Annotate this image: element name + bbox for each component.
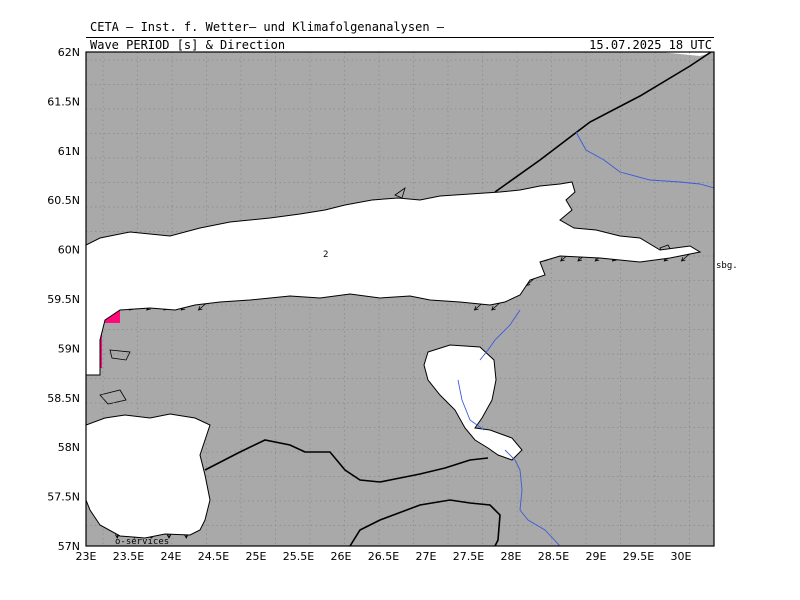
latitude-tick-label: 59.5N [47,293,80,306]
latitude-tick-label: 61N [58,145,80,158]
longitude-labels: 23E 23.5E 24E 24.5E 25E 25.5E 26E 26.5E 27E 27.5E… [76,550,692,563]
longitude-tick-label: 26.5E [368,550,399,563]
latitude-labels: 62N 61.5N 61N 60.5N 60N 59.5N 59N 58.5N 58N 57.5N… [47,46,80,553]
longitude-tick-label: 23.5E [113,550,144,563]
latitude-tick-label: 62N [58,46,80,59]
latitude-tick-label: 57.5N [47,491,80,504]
longitude-tick-label: 24.5E [198,550,229,563]
services-label: o-services [115,537,169,547]
latitude-tick-label: 60N [58,244,80,257]
longitude-tick-label: 25.5E [283,550,314,563]
latitude-tick-label: 61.5N [47,95,80,108]
latitude-tick-label: 58.5N [47,392,80,405]
latitude-tick-label: 57N [58,540,80,553]
latitude-tick-label: 60.5N [47,194,80,207]
longitude-tick-label: 29.5E [623,550,654,563]
longitude-tick-label: 29E [586,550,607,563]
contour-label: 2 [323,250,328,260]
city-label-spb: sbg. [716,261,738,271]
latitude-tick-label: 58N [58,441,80,454]
longitude-tick-label: 25E [246,550,267,563]
longitude-tick-label: 28.5E [538,550,569,563]
longitude-tick-label: 27E [416,550,437,563]
longitude-tick-label: 28E [501,550,522,563]
map-body [86,52,714,546]
latitude-tick-label: 59N [58,342,80,355]
longitude-tick-label: 26E [331,550,352,563]
longitude-tick-label: 27.5E [453,550,484,563]
island [109,349,131,361]
longitude-tick-label: 24E [161,550,182,563]
longitude-tick-label: 30E [671,550,692,563]
wave-map: 23E 23.5E 24E 24.5E 25E 25.5E 26E 26.5E 27E 27.5E… [47,46,738,563]
